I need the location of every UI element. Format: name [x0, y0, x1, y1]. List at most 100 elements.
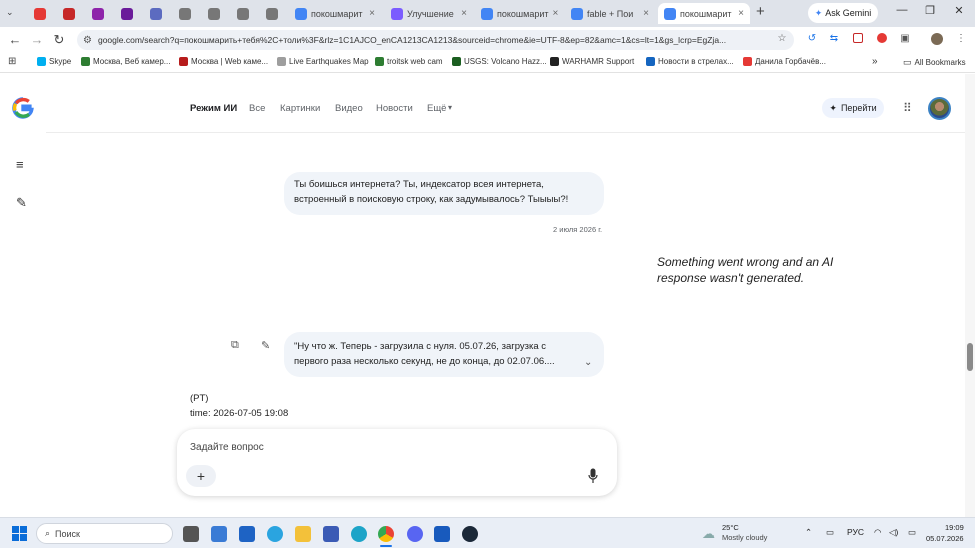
- browser-tab[interactable]: [144, 3, 170, 24]
- scrollbar-thumb[interactable]: [967, 343, 973, 371]
- forward-button[interactable]: →: [28, 32, 46, 47]
- copy-icon[interactable]: ⧉: [231, 339, 239, 352]
- microphone-icon[interactable]: [588, 468, 598, 484]
- ask-gemini-button[interactable]: ✦ Ask Gemini: [808, 3, 878, 23]
- back-button[interactable]: ←: [6, 32, 24, 47]
- site-info-icon[interactable]: ⚙: [83, 35, 92, 46]
- bookmark-item[interactable]: Skype: [37, 57, 71, 66]
- search-tab[interactable]: Видео: [335, 103, 363, 114]
- new-chat-icon[interactable]: ✎: [16, 195, 27, 211]
- goto-button[interactable]: ✦ Перейти: [822, 98, 884, 118]
- google-logo[interactable]: [12, 97, 34, 125]
- translate-extension-icon[interactable]: ⇆: [827, 33, 841, 47]
- edge-icon[interactable]: [351, 526, 367, 542]
- close-tab-icon[interactable]: ×: [738, 8, 744, 19]
- word-icon[interactable]: [434, 526, 450, 542]
- clock-date[interactable]: 05.07.2026: [926, 534, 964, 543]
- restore-button[interactable]: ❐: [916, 4, 944, 17]
- browser-tab[interactable]: покошмарит ×: [658, 3, 750, 24]
- bookmark-item[interactable]: Данила Горбачёв...: [743, 57, 826, 66]
- more-bookmarks-icon[interactable]: »: [872, 56, 878, 67]
- telegram-icon[interactable]: [267, 526, 283, 542]
- language-indicator[interactable]: РУС: [847, 527, 864, 537]
- wifi-icon[interactable]: ◠: [874, 527, 881, 538]
- task-view-icon[interactable]: [183, 526, 199, 542]
- weather-icon[interactable]: ☁: [702, 526, 715, 542]
- search-tab[interactable]: Режим ИИ: [190, 103, 237, 114]
- video-extension-icon[interactable]: [851, 33, 865, 47]
- bookmark-item[interactable]: Москва | Web каме...: [179, 57, 268, 66]
- save-app-icon[interactable]: [323, 526, 339, 542]
- search-tab[interactable]: Все: [249, 103, 265, 114]
- browser-tab[interactable]: [231, 3, 257, 24]
- browser-tab[interactable]: [86, 3, 112, 24]
- extensions-puzzle-icon[interactable]: ▣: [898, 33, 912, 47]
- bookmark-item[interactable]: Новости в стрелах...: [646, 57, 734, 66]
- close-tab-icon[interactable]: ×: [553, 8, 559, 19]
- browser-tab[interactable]: Улучшение ×: [385, 3, 473, 24]
- more-dropdown-icon[interactable]: ▾: [448, 103, 452, 112]
- all-bookmarks-item[interactable]: ▭ All Bookmarks: [903, 57, 966, 68]
- search-tab[interactable]: Новости: [376, 103, 413, 114]
- page-scrollbar[interactable]: [965, 74, 975, 517]
- user-message-2: "Ну что ж. Теперь - загрузила с нуля. 05…: [284, 332, 604, 377]
- browser-tab[interactable]: [57, 3, 83, 24]
- reload-button[interactable]: ↻: [50, 32, 68, 48]
- add-attachment-button[interactable]: +: [186, 465, 216, 487]
- steam-icon[interactable]: [462, 526, 478, 542]
- close-tab-icon[interactable]: ×: [643, 8, 649, 19]
- tray-overflow-icon[interactable]: ⌃: [805, 527, 812, 538]
- chrome-icon[interactable]: [378, 526, 394, 542]
- close-tab-icon[interactable]: ×: [461, 8, 467, 19]
- volume-icon[interactable]: ◁): [889, 527, 898, 538]
- account-avatar[interactable]: [928, 97, 951, 120]
- browser-tab[interactable]: [260, 3, 286, 24]
- bookmark-item[interactable]: Москва, Веб камер...: [81, 57, 170, 66]
- bookmark-item[interactable]: Live Earthquakes Map: [277, 57, 369, 66]
- edit-icon[interactable]: ✎: [261, 339, 270, 352]
- browser-tab[interactable]: fable + Пои ×: [565, 3, 655, 24]
- search-tab[interactable]: Картинки: [280, 103, 320, 114]
- bookmark-item[interactable]: troitsk web cam: [375, 57, 443, 66]
- google-apps-icon[interactable]: ⠿: [903, 101, 912, 115]
- start-button[interactable]: [12, 526, 27, 541]
- minimize-button[interactable]: —: [888, 4, 916, 16]
- browser-tab[interactable]: [173, 3, 199, 24]
- close-tab-icon[interactable]: ×: [369, 8, 375, 19]
- taskbar-app-icon[interactable]: [211, 526, 227, 542]
- browser-tab[interactable]: [28, 3, 54, 24]
- taskbar-store-icon[interactable]: [239, 526, 255, 542]
- file-explorer-icon[interactable]: [295, 526, 311, 542]
- discord-icon[interactable]: [407, 526, 423, 542]
- bookmark-item[interactable]: WARHAMR Support: [550, 57, 634, 66]
- notification-extension-icon[interactable]: [875, 33, 889, 47]
- tray-app-icon[interactable]: ▭: [826, 527, 834, 538]
- ask-input-box[interactable]: Задайте вопрос +: [177, 429, 617, 496]
- undo-extension-icon[interactable]: ↺: [805, 33, 819, 47]
- address-bar[interactable]: ⚙ google.com/search?q=покошмарить+тебя%2…: [77, 30, 794, 50]
- bookmark-label: Данила Горбачёв...: [755, 57, 826, 66]
- tab-title: покошмарит: [497, 8, 549, 19]
- profile-avatar-small[interactable]: [930, 33, 944, 47]
- clock-time[interactable]: 19:09: [945, 523, 964, 532]
- expand-chevron-icon[interactable]: ⌄: [584, 357, 592, 368]
- history-list-icon[interactable]: ≡: [16, 157, 24, 172]
- ask-input-placeholder[interactable]: Задайте вопрос: [190, 442, 264, 453]
- search-page: Режим ИИ Все Картинки Видео Новости Ещё ▾ ✦ Пе…: [0, 74, 965, 517]
- browser-tab[interactable]: [202, 3, 228, 24]
- tab-search-icon[interactable]: ⌄: [6, 7, 14, 18]
- browser-tab[interactable]: покошмарит ×: [289, 3, 381, 24]
- apps-grid-icon[interactable]: ⊞: [8, 56, 16, 67]
- browser-tab[interactable]: покошмарит ×: [475, 3, 563, 24]
- new-tab-button[interactable]: +: [756, 3, 765, 20]
- taskbar-search[interactable]: ⌕ Поиск: [36, 523, 173, 544]
- close-window-button[interactable]: ✕: [945, 4, 973, 17]
- bookmark-star-icon[interactable]: ☆: [775, 33, 789, 47]
- browser-tab[interactable]: [115, 3, 141, 24]
- battery-icon[interactable]: ▭: [908, 527, 916, 538]
- bookmark-favicon-icon: [375, 57, 384, 66]
- bookmark-item[interactable]: USGS: Volcano Hazz...: [452, 57, 547, 66]
- browser-menu-icon[interactable]: ⋮: [954, 33, 968, 47]
- search-tab[interactable]: Ещё: [427, 103, 446, 114]
- bookmark-label: USGS: Volcano Hazz...: [464, 57, 547, 66]
